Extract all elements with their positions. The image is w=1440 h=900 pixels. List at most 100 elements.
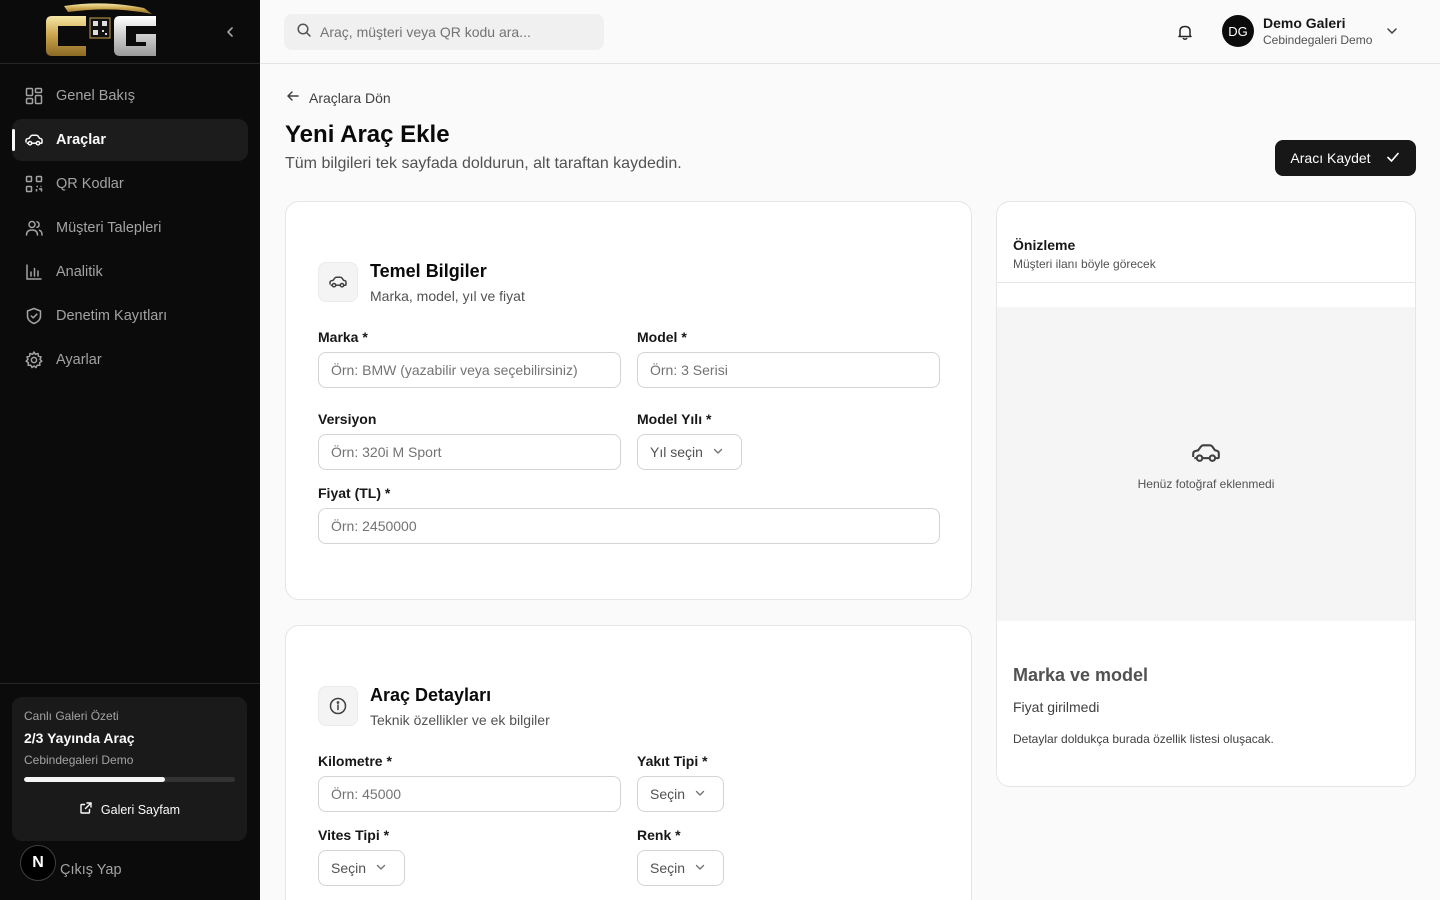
- model-year-select[interactable]: Yıl seçin: [637, 434, 742, 470]
- sidebar-item-label: Denetim Kayıtları: [56, 308, 168, 324]
- user-name: Demo Galeri: [1263, 15, 1346, 31]
- page-title: Yeni Araç Ekle: [285, 121, 450, 148]
- logout-button[interactable]: Çıkış Yap: [60, 862, 122, 878]
- search-input[interactable]: [320, 24, 590, 40]
- user-info: Demo Galeri Cebindegaleri Demo: [1263, 14, 1372, 48]
- fuel-type-select[interactable]: Seçin: [637, 776, 724, 812]
- sidebar-item-label: Müşteri Talepleri: [56, 220, 162, 236]
- basic-info-card: Temel Bilgiler Marka, model, yıl ve fiya…: [285, 201, 972, 600]
- sidebar-item-label: Analitik: [56, 264, 103, 280]
- transmission-select[interactable]: Seçin: [318, 850, 405, 886]
- car-icon: [24, 130, 44, 150]
- check-icon: [1385, 149, 1401, 168]
- qr-code-icon: [24, 174, 44, 194]
- transmission-label: Vites Tipi *: [318, 827, 390, 843]
- chevron-down-icon: [711, 444, 725, 461]
- external-link-icon: [79, 801, 93, 818]
- select-value: Yıl seçin: [650, 444, 703, 460]
- preview-header: Önizleme Müşteri ilanı böyle görecek: [997, 202, 1415, 283]
- preview-subtitle: Müşteri ilanı böyle görecek: [1013, 257, 1156, 271]
- section-title: Araç Detayları: [370, 685, 492, 705]
- user-organization: Cebindegaleri Demo: [1263, 33, 1373, 47]
- gallery-summary-card: Canlı Galeri Özeti 2/3 Yayında Araç Cebi…: [12, 697, 247, 841]
- chevron-down-icon: [693, 786, 707, 803]
- sidebar-header: [0, 0, 260, 64]
- brand-label: Marka *: [318, 329, 368, 345]
- preview-brand-model: Marka ve model: [1013, 665, 1149, 685]
- n-badge-icon[interactable]: N: [20, 845, 56, 881]
- user-menu[interactable]: DG Demo Galeri Cebindegaleri Demo: [1222, 14, 1400, 48]
- mileage-input[interactable]: [318, 776, 621, 812]
- gallery-page-link[interactable]: Galeri Sayfam: [12, 801, 247, 818]
- select-value: Seçin: [331, 860, 367, 876]
- sidebar-item-label: QR Kodlar: [56, 176, 124, 192]
- avatar: DG: [1222, 15, 1254, 47]
- model-label: Model *: [637, 329, 687, 345]
- brand-input[interactable]: [318, 352, 621, 388]
- mileage-label: Kilometre *: [318, 753, 392, 769]
- sidebar-item-vehicles[interactable]: Araçlar: [12, 119, 248, 161]
- gallery-page-label: Galeri Sayfam: [100, 802, 181, 817]
- bell-icon[interactable]: [1175, 22, 1195, 42]
- bar-chart-icon: [24, 262, 44, 282]
- select-value: Seçin: [650, 860, 686, 876]
- sidebar-nav: Genel Bakış Araçlar QR Kodlar Müşteri Ta…: [12, 75, 248, 383]
- section-subtitle: Marka, model, yıl ve fiyat: [370, 288, 525, 304]
- sidebar: Genel Bakış Araçlar QR Kodlar Müşteri Ta…: [0, 0, 260, 900]
- sidebar-item-settings[interactable]: Ayarlar: [12, 339, 248, 381]
- no-photo-text: Henüz fotoğraf eklenmedi: [1137, 477, 1275, 491]
- version-label: Versiyon: [318, 411, 377, 427]
- car-icon: [318, 262, 358, 302]
- sidebar-item-label: Ayarlar: [56, 352, 102, 368]
- select-value: Seçin: [650, 786, 686, 802]
- sidebar-footer: Canlı Galeri Özeti 2/3 Yayında Araç Cebi…: [0, 683, 260, 900]
- save-vehicle-button[interactable]: Aracı Kaydet: [1275, 140, 1416, 176]
- back-label: Araçlara Dön: [309, 89, 391, 106]
- arrow-left-icon: [285, 88, 301, 107]
- sidebar-item-analytics[interactable]: Analitik: [12, 251, 248, 293]
- fuel-type-label: Yakıt Tipi *: [637, 753, 708, 769]
- car-icon: [1192, 444, 1220, 462]
- topbar: DG Demo Galeri Cebindegaleri Demo: [260, 0, 1440, 64]
- price-input[interactable]: [318, 508, 940, 544]
- sidebar-item-audit-logs[interactable]: Denetim Kayıtları: [12, 295, 248, 337]
- back-to-vehicles-link[interactable]: Araçlara Dön: [285, 88, 391, 107]
- preview-card: Önizleme Müşteri ilanı böyle görecek Hen…: [996, 201, 1416, 787]
- info-icon: [318, 686, 358, 726]
- sidebar-item-label: Genel Bakış: [56, 88, 135, 104]
- summary-progress-bar: [24, 777, 235, 782]
- preview-title: Önizleme: [1013, 237, 1076, 253]
- page-subtitle: Tüm bilgileri tek sayfada doldurun, alt …: [285, 155, 682, 172]
- summary-caption: Canlı Galeri Özeti: [24, 709, 119, 723]
- summary-gallery-name: Cebindegaleri Demo: [24, 753, 134, 767]
- search-icon: [296, 22, 312, 43]
- sidebar-item-overview[interactable]: Genel Bakış: [12, 75, 248, 117]
- model-input[interactable]: [637, 352, 940, 388]
- vehicle-details-card: Araç Detayları Teknik özellikler ve ek b…: [285, 625, 972, 900]
- shield-check-icon: [24, 306, 44, 326]
- global-search[interactable]: [284, 14, 604, 50]
- dashboard-icon: [24, 86, 44, 106]
- collapse-sidebar-icon[interactable]: [220, 22, 240, 42]
- preview-image-placeholder: Henüz fotoğraf eklenmedi: [997, 307, 1415, 621]
- gear-icon: [24, 350, 44, 370]
- section-title: Temel Bilgiler: [370, 261, 487, 281]
- color-label: Renk *: [637, 827, 681, 843]
- chevron-down-icon: [374, 860, 388, 877]
- chevron-down-icon: [1384, 23, 1400, 39]
- sidebar-item-customer-requests[interactable]: Müşteri Talepleri: [12, 207, 248, 249]
- sidebar-item-qr-codes[interactable]: QR Kodlar: [12, 163, 248, 205]
- preview-price: Fiyat girilmedi: [1013, 699, 1100, 715]
- users-icon: [24, 218, 44, 238]
- sidebar-item-label: Araçlar: [56, 132, 106, 148]
- version-input[interactable]: [318, 434, 621, 470]
- price-label: Fiyat (TL) *: [318, 485, 391, 501]
- save-label: Aracı Kaydet: [1290, 150, 1371, 166]
- preview-details: Detaylar doldukça burada özellik listesi…: [1013, 732, 1274, 746]
- color-select[interactable]: Seçin: [637, 850, 724, 886]
- summary-progress-fill: [24, 777, 165, 782]
- chevron-down-icon: [693, 860, 707, 877]
- summary-live-count: 2/3 Yayında Araç: [24, 730, 135, 746]
- section-subtitle: Teknik özellikler ve ek bilgiler: [370, 712, 550, 728]
- brand-logo[interactable]: [44, 2, 162, 60]
